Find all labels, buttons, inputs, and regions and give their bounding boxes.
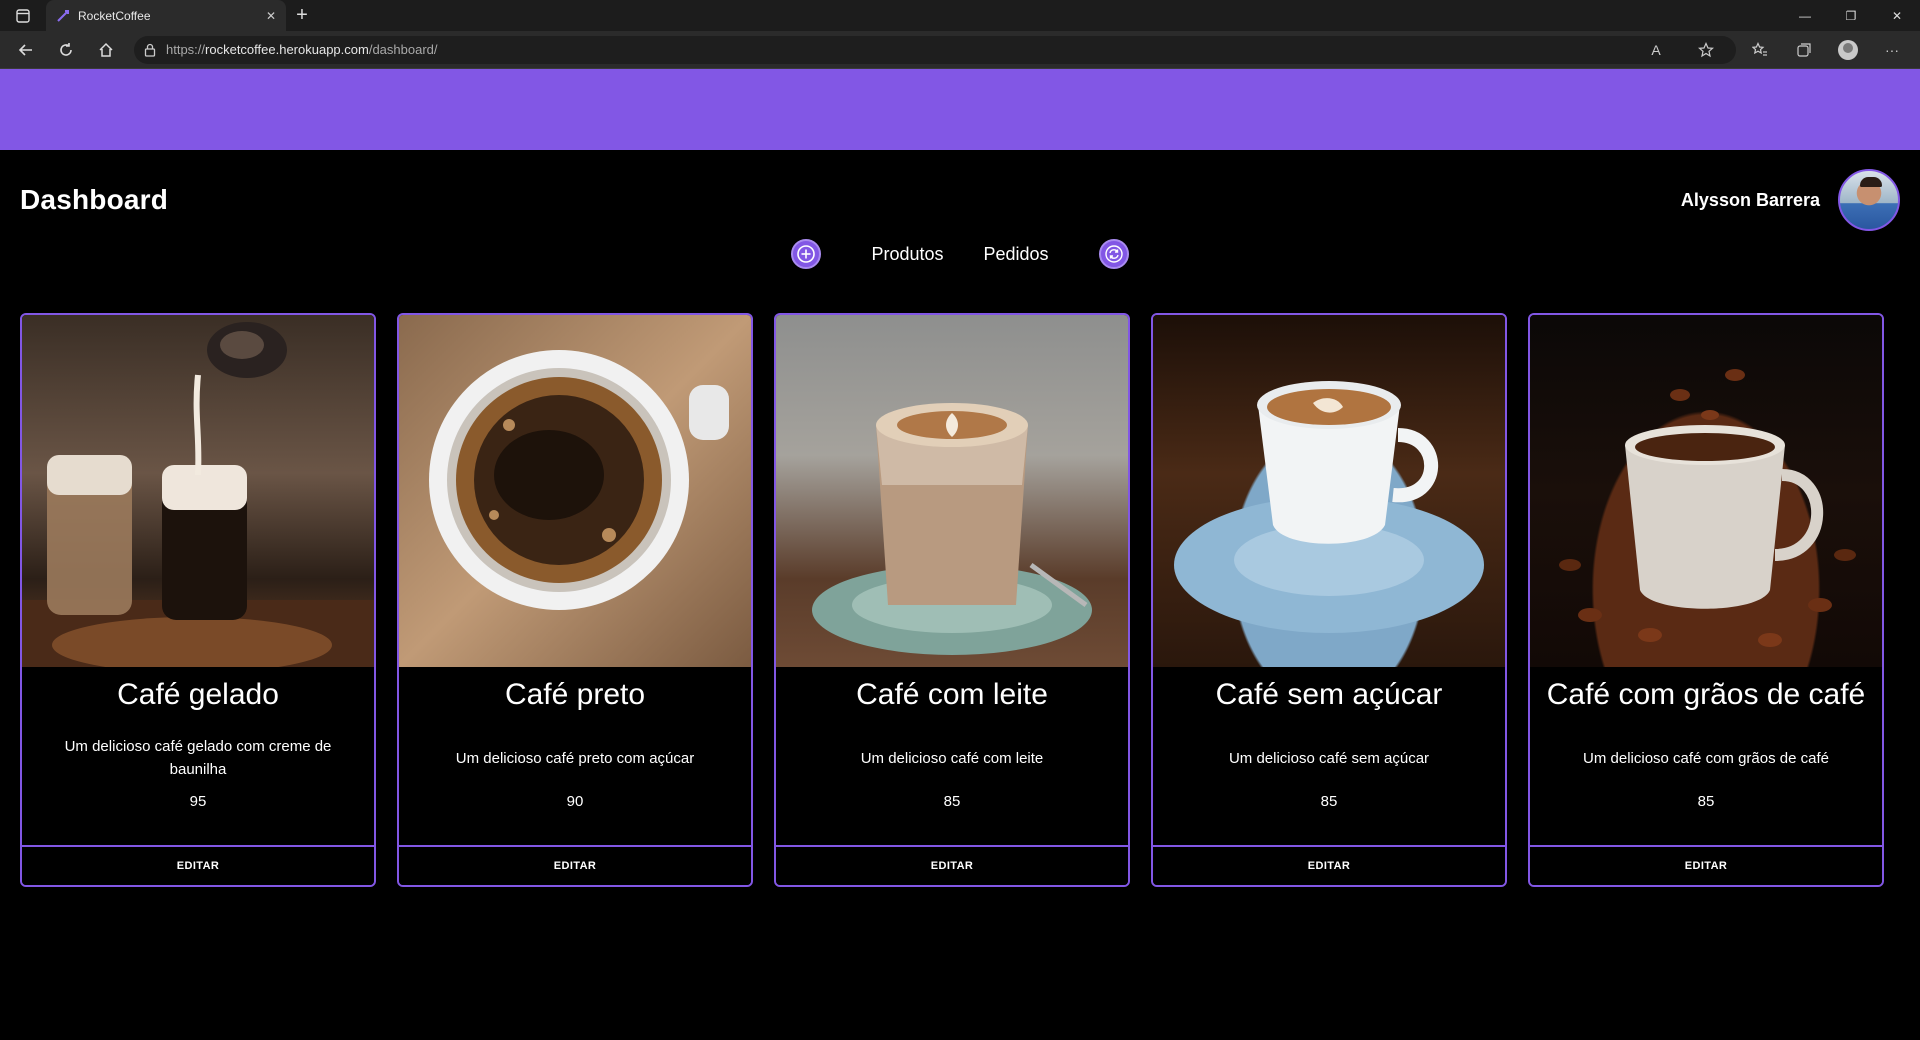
minimize-button[interactable]: —	[1782, 0, 1828, 31]
favorites-button[interactable]	[1740, 35, 1780, 65]
close-window-button[interactable]: ✕	[1874, 0, 1920, 31]
user-avatar[interactable]	[1838, 169, 1900, 231]
home-button[interactable]	[88, 35, 124, 65]
edit-product-button[interactable]: EDITAR	[22, 845, 374, 885]
lock-icon	[144, 43, 156, 57]
product-card: Café gelado Um delicioso café gelado com…	[20, 313, 376, 887]
favorite-star-icon[interactable]	[1686, 35, 1726, 65]
tab-actions-icon	[16, 8, 30, 23]
browser-tab[interactable]: RocketCoffee ✕	[46, 0, 286, 31]
url-bar[interactable]: https://rocketcoffee.herokuapp.com/dashb…	[134, 35, 1736, 65]
more-button[interactable]: ···	[1872, 35, 1912, 65]
product-price: 85	[943, 793, 961, 810]
product-card: Café com leite Um delicioso café com lei…	[774, 313, 1130, 887]
product-image-black-coffee	[399, 315, 751, 667]
product-list: Café gelado Um delicioso café gelado com…	[0, 313, 1920, 887]
url-text: https://rocketcoffee.herokuapp.com/dashb…	[166, 42, 438, 57]
collections-button[interactable]	[1784, 35, 1824, 65]
product-description: Um delicioso café preto com açúcar	[455, 749, 695, 767]
edit-product-button[interactable]: EDITAR	[399, 845, 751, 885]
product-price: 85	[1697, 793, 1715, 810]
product-description: Um delicioso café gelado com creme de ba…	[64, 738, 332, 778]
product-image-latte	[776, 315, 1128, 667]
restore-button[interactable]: ❐	[1828, 0, 1874, 31]
url-prefix: https://	[166, 42, 206, 57]
product-description: Um delicioso café com leite	[860, 749, 1044, 767]
sync-icon	[1104, 245, 1123, 263]
browser-toolbar: https://rocketcoffee.herokuapp.com/dashb…	[0, 31, 1920, 69]
tab-title: RocketCoffee	[78, 8, 151, 23]
product-price: 85	[1320, 793, 1338, 810]
product-description: Um delicioso café com grãos de café	[1583, 749, 1829, 767]
back-button[interactable]	[8, 35, 44, 65]
espresso-cup-illustration	[1174, 381, 1484, 633]
profile-avatar-icon	[1838, 39, 1858, 60]
product-price: 90	[566, 793, 584, 810]
page-title: Dashboard	[20, 184, 169, 215]
edit-product-button[interactable]: EDITAR	[1530, 845, 1882, 885]
rocket-favicon-icon	[57, 9, 69, 22]
user-info: Alysson Barrera	[1681, 169, 1900, 231]
product-name: Café com grãos de café	[1546, 678, 1866, 711]
product-name: Café gelado	[117, 678, 279, 711]
refresh-products-button[interactable]	[1098, 239, 1129, 269]
menu-link-pedidos[interactable]: Pedidos	[983, 244, 1048, 265]
edit-product-button[interactable]: EDITAR	[1153, 845, 1505, 885]
user-name: Alysson Barrera	[1680, 189, 1820, 210]
product-card: Café sem açúcar Um delicioso café sem aç…	[1151, 313, 1507, 887]
product-card: Café com grãos de café Um delicioso café…	[1528, 313, 1884, 887]
product-name: Café preto	[504, 678, 646, 711]
add-product-button[interactable]	[791, 239, 822, 269]
product-image-coffee-beans	[1530, 315, 1882, 667]
star-plus-icon	[1698, 41, 1714, 57]
window-controls: — ❐ ✕	[1782, 0, 1920, 31]
product-description: Um delicioso café sem açúcar	[1228, 749, 1430, 767]
back-arrow-icon	[18, 43, 32, 56]
new-tab-button[interactable]: +	[286, 0, 318, 31]
edit-product-button[interactable]: EDITAR	[776, 845, 1128, 885]
home-icon	[99, 42, 113, 57]
iced-coffee-illustration	[22, 322, 374, 667]
product-name: Café com leite	[856, 678, 1048, 711]
plus-circle-icon	[797, 245, 816, 263]
collections-icon	[1797, 42, 1811, 57]
tab-actions-button[interactable]	[0, 0, 46, 31]
menu-link-produtos[interactable]: Produtos	[871, 244, 943, 265]
top-banner	[0, 69, 1920, 150]
black-coffee-illustration	[429, 350, 729, 610]
read-aloud-icon[interactable]: A	[1636, 35, 1676, 65]
refresh-button[interactable]	[48, 35, 84, 65]
product-price: 95	[189, 793, 207, 810]
product-name: Café sem açúcar	[1215, 678, 1443, 711]
tab-close-icon[interactable]: ✕	[266, 9, 276, 23]
product-image-iced-coffee	[22, 315, 374, 667]
profile-button[interactable]	[1828, 35, 1868, 65]
browser-right-tools: ···	[1740, 35, 1912, 65]
product-card: Café preto Um delicioso café preto com a…	[397, 313, 753, 887]
coffee-beans-illustration	[1559, 369, 1856, 647]
browser-tabbar: RocketCoffee ✕ + — ❐ ✕	[0, 0, 1920, 31]
refresh-icon	[60, 42, 72, 56]
dashboard-menu: Produtos Pedidos	[0, 234, 1920, 274]
latte-illustration	[812, 403, 1092, 655]
favorites-icon	[1752, 41, 1767, 56]
product-image-coffee-no-sugar	[1153, 315, 1505, 667]
url-host: rocketcoffee.herokuapp.com	[205, 42, 369, 57]
url-path: /dashboard/	[368, 42, 438, 57]
